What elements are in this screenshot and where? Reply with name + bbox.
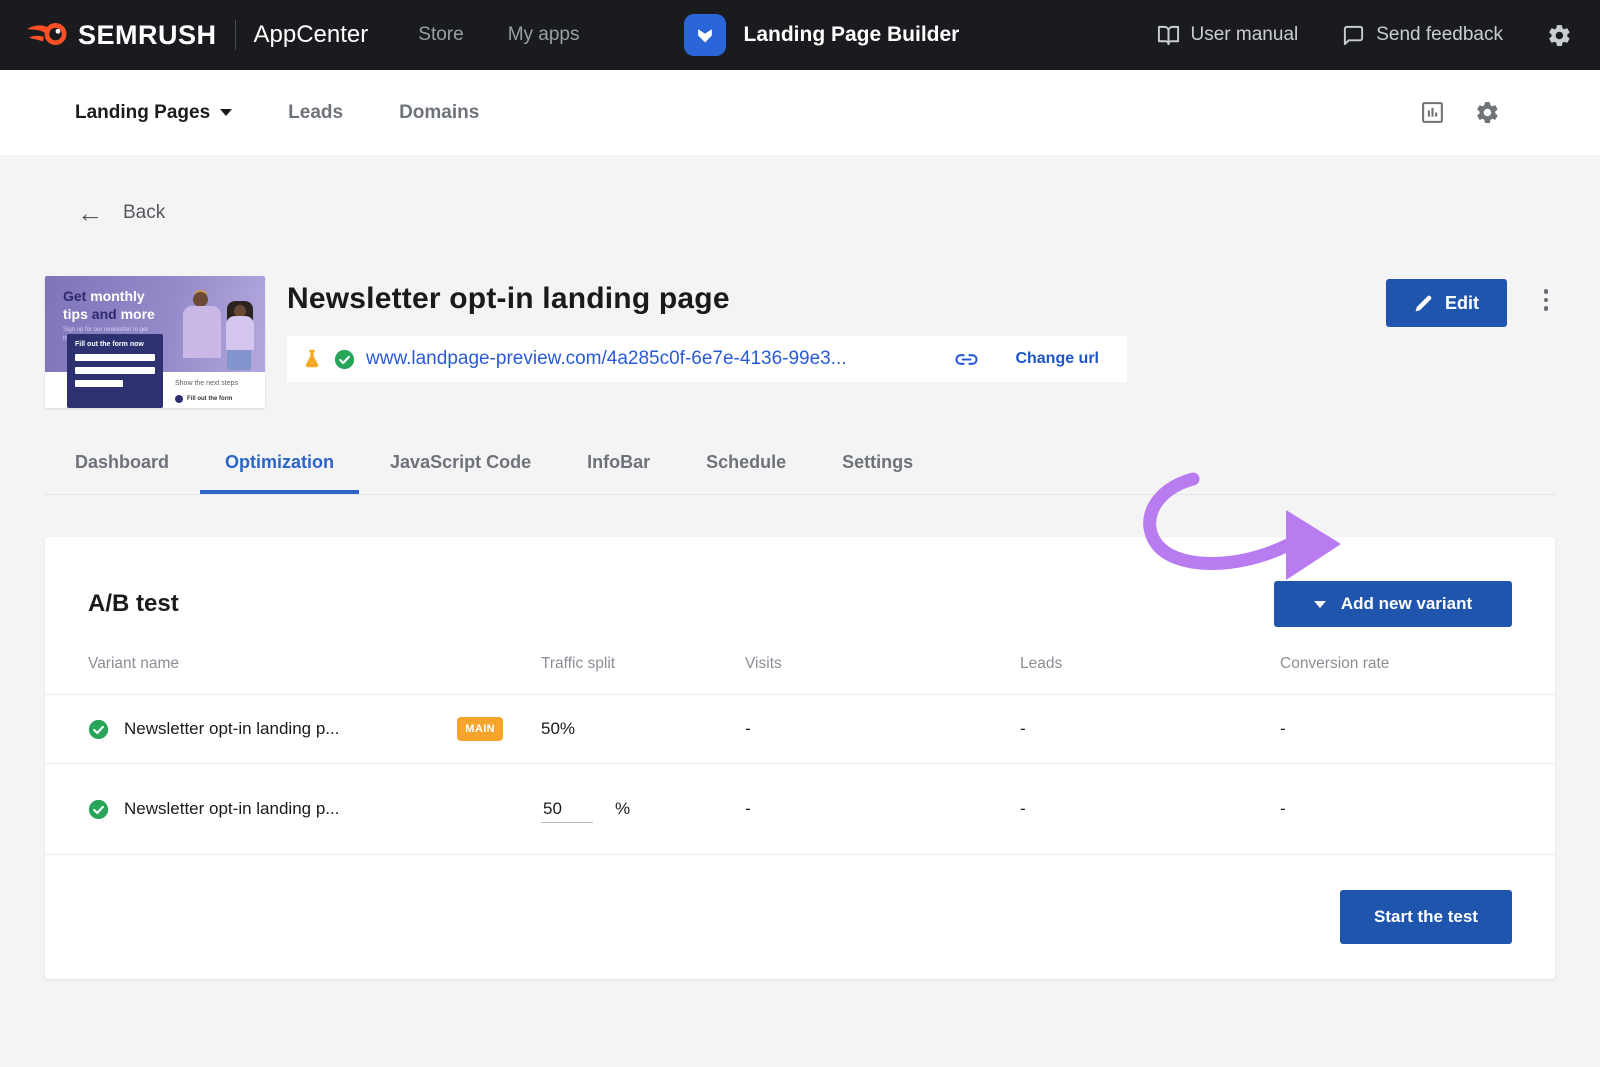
variant-name-link[interactable]: Newsletter opt-in landing p...	[124, 719, 339, 739]
start-the-test-button[interactable]: Start the test	[1340, 890, 1512, 944]
check-circle-icon	[334, 349, 355, 370]
subnav-leads[interactable]: Leads	[288, 102, 343, 124]
nav-my-apps[interactable]: My apps	[508, 24, 580, 46]
pencil-icon	[1414, 294, 1433, 313]
book-icon	[1157, 24, 1180, 47]
current-app-badge: Landing Page Builder	[684, 14, 960, 56]
more-options-kebab-icon[interactable]	[1537, 289, 1555, 311]
landing-pages-label: Landing Pages	[75, 102, 210, 124]
app-sub-navigation: Landing Pages Leads Domains	[0, 70, 1600, 155]
check-circle-icon	[88, 799, 109, 820]
brand-name: SEMRUSH	[78, 20, 217, 51]
column-traffic-split: Traffic split	[541, 655, 745, 673]
tab-schedule[interactable]: Schedule	[706, 452, 786, 494]
subnav-landing-pages[interactable]: Landing Pages	[75, 102, 232, 124]
semrush-logo-icon	[26, 20, 68, 50]
column-variant-name: Variant name	[88, 655, 541, 673]
thumbnail-form-input	[75, 380, 123, 387]
table-row: Newsletter opt-in landing p... MAIN 50% …	[45, 695, 1555, 764]
thumbnail-step-item: Fill out the form	[175, 395, 232, 403]
suite-name: AppCenter	[254, 21, 369, 49]
page-tabs: Dashboard Optimization JavaScript Code I…	[45, 452, 1555, 495]
page-title: Newsletter opt-in landing page	[287, 282, 1386, 316]
edit-button[interactable]: Edit	[1386, 279, 1507, 327]
visits-value: -	[745, 799, 1020, 819]
page-header: Get monthly tips and more Sign up for ou…	[45, 276, 1555, 408]
conversion-rate-value: -	[1280, 799, 1512, 819]
main-badge: MAIN	[457, 717, 503, 741]
traffic-split-input[interactable]	[541, 796, 593, 823]
ab-test-title: A/B test	[88, 590, 179, 618]
send-feedback-label: Send feedback	[1376, 24, 1503, 46]
ab-test-card: A/B test Add new variant Variant name Tr…	[45, 537, 1555, 979]
add-variant-label: Add new variant	[1341, 594, 1472, 614]
tab-infobar[interactable]: InfoBar	[587, 452, 650, 494]
variants-table-header: Variant name Traffic split Visits Leads …	[45, 633, 1555, 695]
conversion-rate-value: -	[1280, 719, 1512, 739]
subnav-domains[interactable]: Domains	[399, 102, 479, 124]
preview-url-link[interactable]: www.landpage-preview.com/4a285c0f-6e7e-4…	[366, 348, 944, 370]
send-feedback-link[interactable]: Send feedback	[1342, 24, 1503, 47]
percent-label: %	[615, 799, 630, 819]
landing-page-builder-icon	[684, 14, 726, 56]
landing-page-thumbnail: Get monthly tips and more Sign up for ou…	[45, 276, 265, 408]
semrush-brand[interactable]: SEMRUSH AppCenter	[26, 20, 368, 51]
variant-name-link[interactable]: Newsletter opt-in landing p...	[124, 799, 339, 819]
traffic-split-value: 50%	[541, 719, 745, 739]
edit-label: Edit	[1445, 293, 1479, 314]
flask-icon	[301, 348, 323, 370]
gear-icon[interactable]	[1475, 100, 1500, 125]
tab-dashboard[interactable]: Dashboard	[75, 452, 169, 494]
back-label: Back	[123, 202, 165, 224]
thumbnail-headline: Get monthly tips and more	[63, 288, 155, 323]
chevron-down-icon	[1314, 601, 1326, 608]
leads-value: -	[1020, 719, 1280, 739]
top-navigation: Store My apps	[418, 24, 579, 46]
check-circle-icon	[88, 719, 109, 740]
top-app-bar: SEMRUSH AppCenter Store My apps Landing …	[0, 0, 1600, 70]
column-visits: Visits	[745, 655, 1020, 673]
nav-store[interactable]: Store	[418, 24, 463, 46]
visits-value: -	[745, 719, 1020, 739]
tab-settings[interactable]: Settings	[842, 452, 913, 494]
preview-url-bar: www.landpage-preview.com/4a285c0f-6e7e-4…	[287, 336, 1127, 382]
thumbnail-steps-title: Show the next steps	[175, 380, 238, 387]
bar-chart-icon[interactable]	[1420, 100, 1445, 125]
thumbnail-form-card: Fill out the form now	[67, 334, 163, 408]
chevron-down-icon	[220, 109, 232, 116]
settings-gear-icon[interactable]	[1547, 23, 1572, 48]
copy-link-icon[interactable]	[955, 348, 978, 371]
tab-javascript-code[interactable]: JavaScript Code	[390, 452, 531, 494]
chat-bubble-icon	[1342, 24, 1365, 47]
step-dot	[175, 395, 183, 403]
tab-optimization[interactable]: Optimization	[225, 452, 334, 494]
column-leads: Leads	[1020, 655, 1280, 673]
brand-divider	[235, 20, 236, 50]
back-arrow-icon: ←	[77, 200, 103, 226]
step-label: Fill out the form	[187, 396, 232, 402]
main-content: ← Back Get monthly tips and more Sign up…	[0, 155, 1600, 979]
column-conversion-rate: Conversion rate	[1280, 655, 1512, 673]
table-row: Newsletter opt-in landing p... % - - -	[45, 764, 1555, 855]
user-manual-label: User manual	[1191, 24, 1299, 46]
thumbnail-form-title: Fill out the form now	[75, 341, 155, 348]
thumbnail-form-input	[75, 367, 155, 374]
user-manual-link[interactable]: User manual	[1157, 24, 1299, 47]
app-name: Landing Page Builder	[744, 23, 960, 47]
back-button[interactable]: ← Back	[45, 155, 165, 226]
leads-value: -	[1020, 799, 1280, 819]
change-url-button[interactable]: Change url	[1015, 350, 1099, 368]
thumbnail-form-input	[75, 354, 155, 361]
add-new-variant-button[interactable]: Add new variant	[1274, 581, 1512, 627]
